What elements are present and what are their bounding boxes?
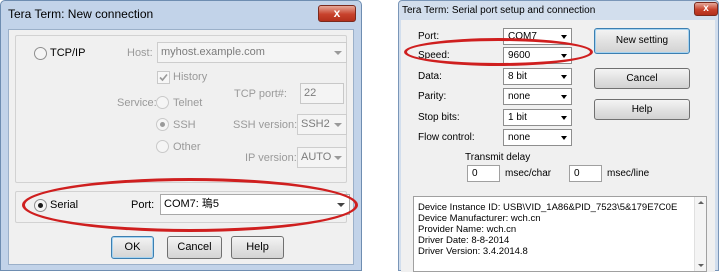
port-label: Port:: [418, 31, 440, 42]
new-connection-dialog: Tera Term: New connection x TCP/IP Host:…: [0, 0, 362, 271]
port-value: COM7: 瑦5: [164, 198, 220, 210]
ssh-radio[interactable]: [156, 118, 169, 131]
ssh-version-label: SSH version:: [233, 119, 298, 131]
chevron-down-icon: [561, 95, 567, 99]
dialog-client-area: Port: COM7 Speed: 9600 Data: 8 bit Parit…: [401, 20, 715, 272]
host-label: Host:: [127, 47, 153, 59]
speed-label: Speed:: [418, 50, 450, 61]
port-combo[interactable]: COM7: [503, 28, 572, 45]
device-info-line: Device Manufacturer: wch.cn: [418, 213, 541, 224]
device-info-line: Device Instance ID: USB\VID_1A86&PID_752…: [418, 202, 678, 213]
serial-label: Serial: [50, 199, 79, 211]
help-button[interactable]: Help: [231, 236, 284, 259]
chevron-down-icon: [561, 54, 567, 58]
tcpip-radio[interactable]: [34, 47, 47, 60]
chevron-down-icon: [337, 203, 345, 207]
ip-version-value: AUTO: [301, 151, 332, 163]
ip-version-label: IP version:: [245, 152, 297, 164]
help-button[interactable]: Help: [594, 99, 690, 120]
char-delay-unit: msec/char: [505, 168, 552, 179]
ssh-version-value: SSH2: [301, 118, 330, 130]
checkmark-icon: [159, 73, 168, 82]
stop-bits-combo[interactable]: 1 bit: [503, 109, 572, 126]
close-button[interactable]: x: [318, 5, 356, 22]
parity-value: none: [508, 91, 531, 102]
data-label: Data:: [418, 71, 442, 82]
flow-control-combo[interactable]: none: [503, 129, 572, 146]
host-value: myhost.example.com: [161, 46, 265, 58]
dialog-title: Tera Term: Serial port setup and connect…: [402, 5, 596, 16]
service-label: Service:: [117, 97, 157, 109]
chevron-down-icon: [561, 75, 567, 79]
cancel-button[interactable]: Cancel: [167, 236, 222, 259]
parity-label: Parity:: [418, 91, 447, 102]
serial-radio[interactable]: [34, 199, 47, 212]
cancel-button[interactable]: Cancel: [594, 68, 690, 89]
chevron-down-icon: [561, 116, 567, 120]
ip-version-combo[interactable]: AUTO: [297, 147, 347, 168]
tcp-port-input[interactable]: 22: [300, 83, 344, 104]
scroll-down-icon: [698, 264, 704, 267]
host-combo[interactable]: myhost.example.com: [157, 42, 347, 63]
other-radio[interactable]: [156, 140, 169, 153]
dialog-client-area: TCP/IP Host: myhost.example.com History …: [8, 29, 354, 265]
line-delay-unit: msec/line: [607, 168, 650, 179]
history-label: History: [173, 71, 208, 83]
serial-port-setup-dialog: Tera Term: Serial port setup and connect…: [398, 0, 719, 272]
chevron-down-icon: [561, 35, 567, 39]
data-value: 8 bit: [508, 71, 527, 82]
flow-control-label: Flow control:: [418, 132, 475, 143]
flow-control-value: none: [508, 132, 531, 143]
device-info-line: Driver Date: 8-8-2014: [418, 235, 510, 246]
stop-bits-label: Stop bits:: [418, 112, 460, 123]
tcp-port-label: TCP port#:: [234, 88, 287, 100]
dialog-title: Tera Term: New connection: [8, 7, 154, 21]
telnet-label: Telnet: [173, 97, 203, 109]
transmit-delay-label: Transmit delay: [465, 152, 531, 163]
device-info-line: Provider Name: wch.cn: [418, 224, 517, 235]
other-label: Other: [173, 141, 201, 153]
chevron-down-icon: [334, 123, 342, 127]
new-setting-button[interactable]: New setting: [594, 28, 690, 54]
port-value: COM7: [508, 31, 537, 42]
history-checkbox[interactable]: [157, 71, 170, 84]
port-combo[interactable]: COM7: 瑦5: [160, 194, 350, 215]
device-info-box[interactable]: Device Instance ID: USB\VID_1A86&PID_752…: [413, 196, 707, 272]
speed-value: 9600: [508, 50, 531, 61]
telnet-radio[interactable]: [156, 96, 169, 109]
tcpip-label: TCP/IP: [50, 47, 86, 59]
line-delay-input[interactable]: 0: [569, 165, 602, 182]
device-info-line: Driver Version: 3.4.2014.8: [418, 246, 528, 257]
scroll-up-icon: [698, 201, 704, 204]
ssh-label: SSH: [173, 119, 196, 131]
parity-combo[interactable]: none: [503, 88, 572, 105]
stop-bits-value: 1 bit: [508, 112, 527, 123]
close-button[interactable]: x: [694, 2, 718, 16]
speed-combo[interactable]: 9600: [503, 47, 572, 64]
chevron-down-icon: [561, 136, 567, 140]
ssh-version-combo[interactable]: SSH2: [297, 114, 347, 135]
ok-button[interactable]: OK: [111, 236, 154, 259]
chevron-down-icon: [334, 156, 342, 160]
device-info-scrollbar[interactable]: [694, 197, 706, 271]
port-label: Port:: [131, 199, 155, 211]
chevron-down-icon: [334, 51, 342, 55]
data-combo[interactable]: 8 bit: [503, 68, 572, 85]
char-delay-input[interactable]: 0: [467, 165, 500, 182]
